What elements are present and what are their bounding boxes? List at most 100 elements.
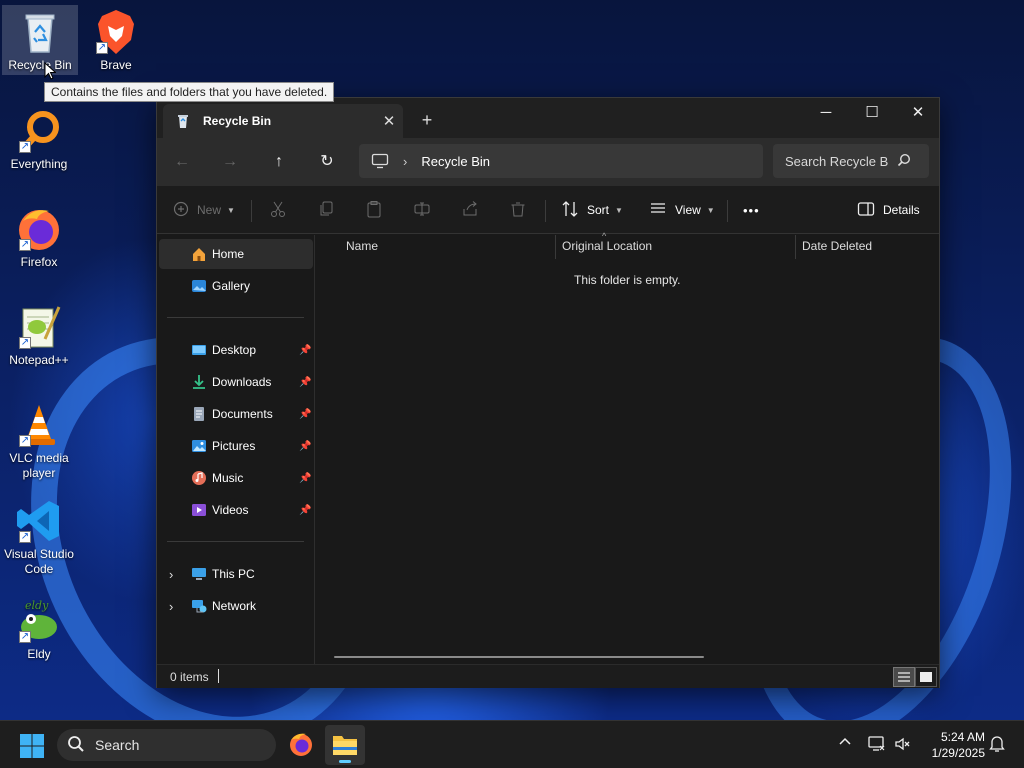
pin-icon: 📌 bbox=[299, 504, 312, 516]
copy-button[interactable] bbox=[317, 196, 335, 224]
taskbar-search-box[interactable]: Search bbox=[57, 729, 276, 761]
sidebar-item-music[interactable]: Music 📌 bbox=[159, 463, 313, 493]
rename-icon bbox=[413, 200, 431, 221]
trash-icon bbox=[509, 200, 527, 221]
column-header-date-deleted[interactable]: Date Deleted bbox=[802, 235, 932, 259]
sidebar-item-downloads[interactable]: Downloads 📌 bbox=[159, 367, 313, 397]
desktop-icon-recycle-bin[interactable]: Recycle Bin bbox=[2, 5, 78, 75]
chevron-right-icon[interactable]: › bbox=[169, 567, 173, 582]
share-icon bbox=[461, 200, 479, 221]
desktop-icon-vlc[interactable]: ↗ VLC media player bbox=[1, 398, 77, 482]
details-button-label: Details bbox=[883, 203, 920, 217]
recycle-bin-icon bbox=[16, 8, 64, 56]
sidebar-item-label: Videos bbox=[212, 503, 249, 517]
back-button[interactable]: ← bbox=[167, 148, 197, 176]
new-tab-button[interactable]: + bbox=[415, 109, 439, 133]
address-bar[interactable]: › Recycle Bin bbox=[359, 144, 763, 178]
sidebar-item-label: This PC bbox=[212, 567, 255, 581]
sidebar-item-label: Home bbox=[212, 247, 245, 261]
sidebar-item-documents[interactable]: Documents 📌 bbox=[159, 399, 313, 429]
running-indicator bbox=[339, 760, 351, 763]
tiles-view-toggle[interactable] bbox=[915, 667, 937, 687]
breadcrumb-chevron-icon[interactable]: › bbox=[403, 154, 407, 169]
new-button[interactable]: New ▼ bbox=[173, 196, 235, 224]
pin-icon: 📌 bbox=[299, 344, 312, 356]
monitor-icon bbox=[371, 153, 389, 169]
chevron-down-icon: ▼ bbox=[706, 205, 715, 215]
refresh-button[interactable]: ↻ bbox=[312, 148, 342, 176]
search-box[interactable] bbox=[773, 144, 929, 178]
show-hidden-icons-button[interactable] bbox=[838, 735, 852, 752]
minimize-button[interactable]: ─ bbox=[803, 98, 849, 130]
view-button[interactable]: View ▼ bbox=[649, 196, 715, 224]
toolbar-divider bbox=[545, 200, 546, 222]
paste-button[interactable] bbox=[365, 196, 383, 224]
desktop-icon-brave[interactable]: ↗ Brave bbox=[78, 5, 154, 75]
pin-icon: 📌 bbox=[299, 472, 312, 484]
notepadpp-icon: ↗ bbox=[15, 303, 63, 351]
windows-logo-icon bbox=[20, 734, 44, 758]
desktop-icon-notepadpp[interactable]: ↗ Notepad++ bbox=[1, 300, 77, 370]
sort-button[interactable]: Sort ▼ bbox=[561, 196, 623, 224]
notification-bell-icon[interactable] bbox=[988, 735, 1006, 756]
sidebar-item-desktop[interactable]: Desktop 📌 bbox=[159, 335, 313, 365]
column-header-original-location[interactable]: Original Location bbox=[562, 235, 792, 259]
details-pane-button[interactable]: Details bbox=[857, 196, 920, 224]
column-header-name[interactable]: Name bbox=[346, 235, 546, 259]
sidebar-item-this-pc[interactable]: › This PC bbox=[159, 559, 313, 589]
cut-button[interactable] bbox=[269, 196, 287, 224]
column-divider[interactable] bbox=[795, 235, 796, 259]
sidebar-item-network[interactable]: › Network bbox=[159, 591, 313, 621]
status-divider bbox=[218, 669, 219, 683]
desktop-icon-vscode[interactable]: ↗ Visual Studio Code bbox=[1, 494, 77, 578]
chevron-down-icon: ▼ bbox=[227, 205, 235, 215]
list-view-icon bbox=[649, 200, 667, 221]
desktop-icon-everything[interactable]: ↗ Everything bbox=[1, 104, 77, 174]
network-status-icon[interactable] bbox=[867, 735, 887, 756]
more-options-button[interactable]: ••• bbox=[743, 196, 760, 224]
maximize-button[interactable]: ☐ bbox=[849, 98, 895, 130]
copy-icon bbox=[317, 200, 335, 221]
toolbar-divider bbox=[727, 200, 728, 222]
new-button-label: New bbox=[197, 203, 222, 217]
sidebar-item-gallery[interactable]: Gallery bbox=[159, 271, 313, 301]
gallery-icon bbox=[191, 278, 207, 294]
desktop-icon-label: Eldy bbox=[27, 647, 51, 661]
sidebar-item-home[interactable]: Home bbox=[159, 239, 313, 269]
home-icon bbox=[191, 246, 207, 262]
item-count: 0 items bbox=[170, 670, 209, 684]
desktop-icon-eldy[interactable]: eldy ↗ Eldy bbox=[1, 594, 77, 664]
horizontal-scrollbar[interactable] bbox=[334, 656, 704, 658]
shortcut-arrow-icon: ↗ bbox=[19, 435, 31, 447]
desktop-icon-label: Firefox bbox=[20, 255, 58, 269]
share-button[interactable] bbox=[461, 196, 479, 224]
sidebar-item-label: Downloads bbox=[212, 375, 272, 389]
rename-button[interactable] bbox=[413, 196, 431, 224]
up-button[interactable]: ↑ bbox=[264, 148, 294, 176]
volume-muted-icon[interactable] bbox=[894, 735, 912, 756]
sidebar-item-label: Music bbox=[212, 471, 244, 485]
close-window-button[interactable]: ✕ bbox=[895, 98, 941, 130]
close-tab-icon[interactable]: ✕ bbox=[375, 112, 403, 130]
tab-recycle-bin[interactable]: Recycle Bin ✕ bbox=[163, 104, 403, 138]
sidebar-item-videos[interactable]: Videos 📌 bbox=[159, 495, 313, 525]
details-view-toggle[interactable] bbox=[893, 667, 915, 687]
taskbar-file-explorer[interactable] bbox=[325, 725, 365, 765]
chevron-right-icon[interactable]: › bbox=[169, 599, 173, 614]
pictures-icon bbox=[191, 438, 207, 454]
breadcrumb-item[interactable]: Recycle Bin bbox=[421, 154, 490, 169]
search-input[interactable] bbox=[785, 153, 889, 169]
forward-button[interactable]: → bbox=[215, 148, 245, 176]
system-clock[interactable]: 5:24 AM 1/29/2025 bbox=[915, 729, 985, 761]
file-explorer-window: Recycle Bin ✕ + ─ ☐ ✕ ← → ↑ ↻ › Recycle … bbox=[156, 97, 940, 688]
delete-button[interactable] bbox=[509, 196, 527, 224]
pin-icon: 📌 bbox=[299, 376, 312, 388]
title-bar: Recycle Bin ✕ + ─ ☐ ✕ bbox=[157, 98, 939, 138]
shortcut-arrow-icon: ↗ bbox=[19, 141, 31, 153]
taskbar-firefox[interactable] bbox=[281, 725, 321, 765]
column-divider[interactable] bbox=[555, 235, 556, 259]
start-button[interactable] bbox=[19, 733, 45, 759]
desktop-icon-label: Brave bbox=[100, 58, 132, 72]
desktop-icon-firefox[interactable]: ↗ Firefox bbox=[1, 202, 77, 272]
sidebar-item-pictures[interactable]: Pictures 📌 bbox=[159, 431, 313, 461]
